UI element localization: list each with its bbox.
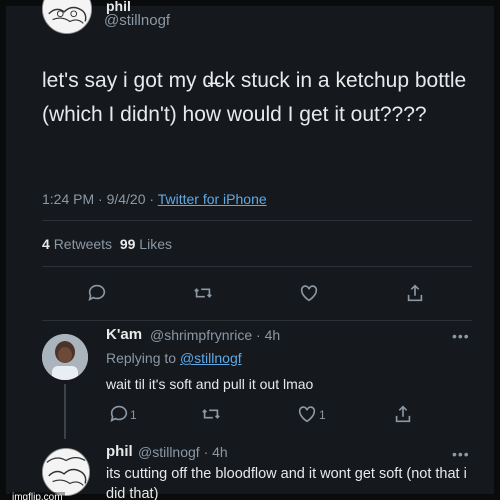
screenshot-frame: phil @stillnogf let's say i got my d̶̶ck…: [0, 0, 500, 500]
share-icon: [395, 405, 411, 423]
retweet-icon: [194, 288, 212, 298]
reply-icon: [110, 405, 128, 422]
share-icon: [407, 284, 423, 302]
retweet-count[interactable]: 4: [42, 236, 50, 252]
divider: [42, 266, 472, 267]
share-button[interactable]: [392, 403, 416, 427]
reply-text: its cutting off the bloodflow and it won…: [106, 466, 467, 500]
more-options-button[interactable]: •••: [452, 446, 470, 462]
like-icon: [300, 285, 318, 302]
like-count[interactable]: 99: [120, 236, 136, 252]
reply-author-handle: @shrimpfrynrice · 4h: [150, 327, 280, 343]
reply-handle-text[interactable]: @stillnogf: [138, 444, 200, 460]
tweet-author-handle[interactable]: @stillnogf: [104, 12, 170, 29]
replying-mention-link[interactable]: @stillnogf: [180, 350, 242, 366]
like-button[interactable]: [296, 403, 320, 427]
retweet-button[interactable]: [200, 403, 224, 427]
reply-count: 1: [130, 408, 137, 422]
like-count: 1: [319, 408, 326, 422]
reply-author-handle: @stillnogf · 4h: [138, 444, 228, 460]
watermark: imgflip.com: [10, 492, 65, 500]
retweet-label[interactable]: Retweets: [54, 236, 112, 252]
like-label[interactable]: Likes: [139, 236, 172, 252]
reply-text: wait til it's soft and pull it out lmao: [106, 376, 314, 392]
like-button[interactable]: [298, 282, 322, 306]
photo-avatar-icon: [42, 334, 88, 380]
tweet-timestamp[interactable]: 1:24 PM · 9/4/20 ·: [42, 191, 158, 207]
reply-button[interactable]: [108, 403, 132, 427]
share-button[interactable]: [404, 282, 428, 306]
divider: [42, 320, 472, 321]
more-options-button[interactable]: •••: [452, 328, 470, 344]
reply-author-name[interactable]: phil: [106, 443, 133, 460]
avatar[interactable]: [42, 334, 88, 380]
tweet-stats: 4 Retweets 99 Likes: [42, 236, 172, 252]
reply-age: · 4h: [203, 444, 228, 460]
tweet-source-link[interactable]: Twitter for iPhone: [158, 191, 267, 207]
tweet-text: let's say i got my d̶̶ck stuck in a ketc…: [42, 69, 467, 126]
avatar[interactable]: [42, 448, 90, 496]
tweet-action-bar: [6, 282, 500, 306]
replying-to: Replying to @stillnogf: [106, 350, 242, 366]
sketch-avatar-icon: [43, 0, 91, 33]
retweet-icon: [202, 409, 220, 419]
like-icon: [298, 406, 316, 423]
reply-handle-text[interactable]: @shrimpfrynrice: [150, 327, 252, 343]
sketch-avatar-icon: [43, 449, 89, 495]
reply-button[interactable]: [86, 282, 110, 306]
reply-icon: [88, 284, 106, 301]
reply-action-bar: 1 1: [6, 403, 500, 427]
avatar[interactable]: [42, 0, 92, 34]
divider: [42, 220, 472, 221]
tweet-meta: 1:24 PM · 9/4/20 · Twitter for iPhone: [42, 191, 267, 207]
reply-author-name[interactable]: K'am: [106, 326, 142, 343]
reply-age: · 4h: [256, 327, 281, 343]
replying-prefix: Replying to: [106, 350, 180, 366]
retweet-button[interactable]: [192, 282, 216, 306]
